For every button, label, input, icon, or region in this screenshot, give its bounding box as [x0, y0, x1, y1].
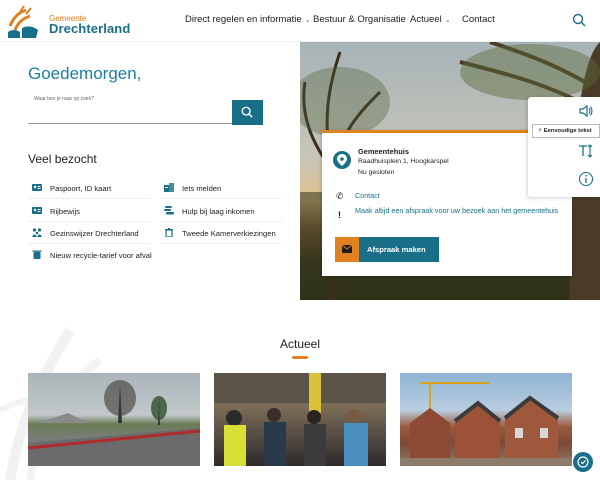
search-input[interactable] — [28, 100, 232, 124]
id-card-icon — [32, 207, 42, 214]
news-card-image[interactable] — [400, 373, 572, 466]
appointment-notice-link[interactable]: Maak altijd een afspraak voor uw bezoek … — [355, 205, 560, 217]
logo-mark-icon — [8, 5, 38, 38]
veel-bezocht-title: Veel bezocht — [28, 152, 97, 166]
site-header: Gemeente Drechterland Direct regelen en … — [0, 0, 600, 42]
divider — [28, 243, 150, 244]
nav-label: Contact — [462, 14, 495, 25]
envelope-icon — [335, 237, 359, 262]
tooltip-label: Eenvoudige tekst — [543, 128, 592, 134]
nav-bestuur[interactable]: Bestuur & Organisatie — [313, 14, 406, 25]
nav-label: Direct regelen en informatie — [185, 14, 302, 25]
search-icon[interactable] — [572, 13, 586, 27]
button-label: Afspraak maken — [367, 245, 426, 254]
nav-label: Bestuur & Organisatie — [313, 14, 406, 25]
text-size-icon[interactable] — [578, 143, 594, 159]
card-address: Raadhuisplein 1, Hoogkarspel — [358, 158, 449, 165]
chevron-down-icon: ⌄ — [444, 17, 451, 24]
accessibility-toolbar — [528, 97, 600, 197]
family-icon — [32, 228, 42, 237]
actueel-title: Actueel — [279, 337, 321, 351]
quick-link-label: Gezinswijzer Drechterland — [50, 229, 139, 238]
quick-link-label: Hulp bij laag inkomen — [182, 207, 255, 216]
news-card-image[interactable] — [214, 373, 386, 466]
divider — [160, 221, 282, 222]
greeting: Goedemorgen, — [28, 64, 142, 83]
search-icon — [241, 106, 253, 118]
speaker-icon[interactable] — [578, 103, 594, 119]
report-icon — [164, 183, 174, 192]
logo-name: Drechterland — [49, 21, 131, 36]
ballot-icon — [165, 228, 173, 237]
title-accent-bar — [292, 356, 308, 359]
nav-label: Actueel — [410, 14, 442, 25]
phone-icon: ✆ — [336, 191, 344, 201]
nav-actueel[interactable]: Actueel ⌄ — [410, 14, 451, 25]
search-button[interactable] — [232, 100, 263, 125]
bin-icon — [32, 250, 42, 259]
quick-link-label: Tweede Kamerverkiezingen — [182, 229, 276, 238]
bolt-icon: ⚡ — [538, 128, 543, 134]
id-card-icon — [32, 184, 42, 191]
afspraak-maken-button[interactable]: Afspraak maken — [335, 237, 439, 262]
coins-icon — [164, 206, 174, 215]
info-icon[interactable] — [578, 171, 594, 187]
divider — [160, 243, 282, 244]
site-logo[interactable]: Gemeente Drechterland — [6, 4, 130, 38]
nav-direct-regelen[interactable]: Direct regelen en informatie ⌄ — [185, 14, 311, 25]
news-card-image[interactable] — [28, 373, 200, 466]
cookie-settings-button[interactable] — [573, 452, 593, 472]
chevron-down-icon: ⌄ — [304, 17, 311, 24]
exclamation-icon: ! — [338, 210, 341, 220]
divider — [160, 198, 282, 199]
location-pin-icon — [333, 151, 351, 169]
divider — [28, 198, 150, 199]
quick-link-label: Paspoort, ID kaart — [50, 184, 112, 193]
quick-link-label: Rijbewijs — [50, 207, 80, 216]
quick-link-label: Iets melden — [182, 184, 222, 193]
contact-link[interactable]: Contact — [355, 191, 380, 200]
quick-link-label: Nieuw recycle-tarief voor afval — [50, 251, 152, 260]
nav-contact[interactable]: Contact — [462, 14, 495, 25]
eenvoudige-tekst-tooltip[interactable]: ⚡ Eenvoudige tekst — [532, 124, 600, 138]
cookie-icon — [577, 456, 589, 468]
construction-photo — [400, 382, 572, 466]
crowd-photo — [214, 373, 386, 466]
road-photo — [28, 380, 200, 466]
divider — [28, 221, 150, 222]
card-title: Gemeentehuis — [358, 147, 409, 156]
card-status: Nu gesloten — [358, 169, 395, 176]
